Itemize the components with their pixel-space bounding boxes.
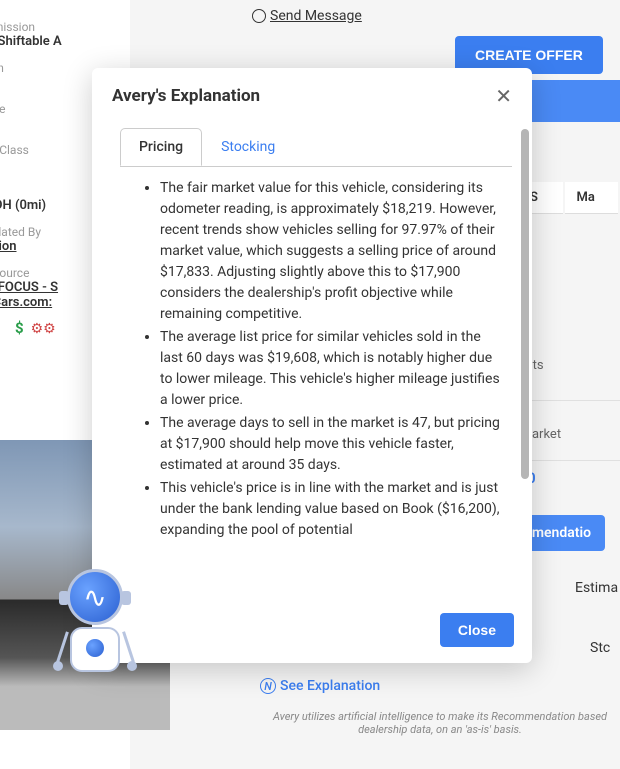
robot-head-icon: ∿ <box>67 569 123 625</box>
value-transmission: ed Shiftable A <box>0 34 130 49</box>
col-header-market: Ma <box>565 182 618 214</box>
tab-stocking[interactable]: Stocking <box>202 128 294 166</box>
explanation-bullet: The average list price for similar vehic… <box>160 327 504 411</box>
settings-gears-icon[interactable]: ⚙⚙ <box>31 321 56 337</box>
stc-label: Stc <box>590 640 610 656</box>
explanation-bullet: The average days to sell in the market i… <box>160 413 504 476</box>
modal-close-icon[interactable]: ✕ <box>495 86 512 106</box>
explanation-bullet: This vehicle's price is in line with the… <box>160 478 504 541</box>
explanation-modal: Avery's Explanation ✕ Pricing Stocking T… <box>92 68 532 663</box>
estimate-label: Estima <box>575 580 618 596</box>
avery-icon: N <box>260 678 276 694</box>
dollar-icon[interactable]: $ <box>15 319 24 337</box>
label-transmission: nsmission <box>0 20 130 34</box>
modal-close-button[interactable]: Close <box>440 613 514 647</box>
disclaimer-text: Avery utilizes artificial intelligence t… <box>260 710 620 736</box>
explanation-content: The fair market value for this vehicle, … <box>112 178 524 541</box>
send-message-link[interactable]: Send Message <box>252 8 362 24</box>
avery-robot-avatar[interactable]: ∿ <box>45 569 155 709</box>
modal-title: Avery's Explanation <box>112 86 260 106</box>
robot-body-icon <box>70 627 120 672</box>
see-explanation-link[interactable]: NSee Explanation <box>260 678 380 694</box>
tab-pricing[interactable]: Pricing <box>120 128 202 166</box>
modal-tabs: Pricing Stocking <box>120 128 524 166</box>
send-message-label: Send Message <box>270 8 362 24</box>
explanation-bullet: The fair market value for this vehicle, … <box>160 178 504 325</box>
scrollbar-thumb[interactable] <box>521 129 529 479</box>
chat-icon <box>252 9 266 23</box>
